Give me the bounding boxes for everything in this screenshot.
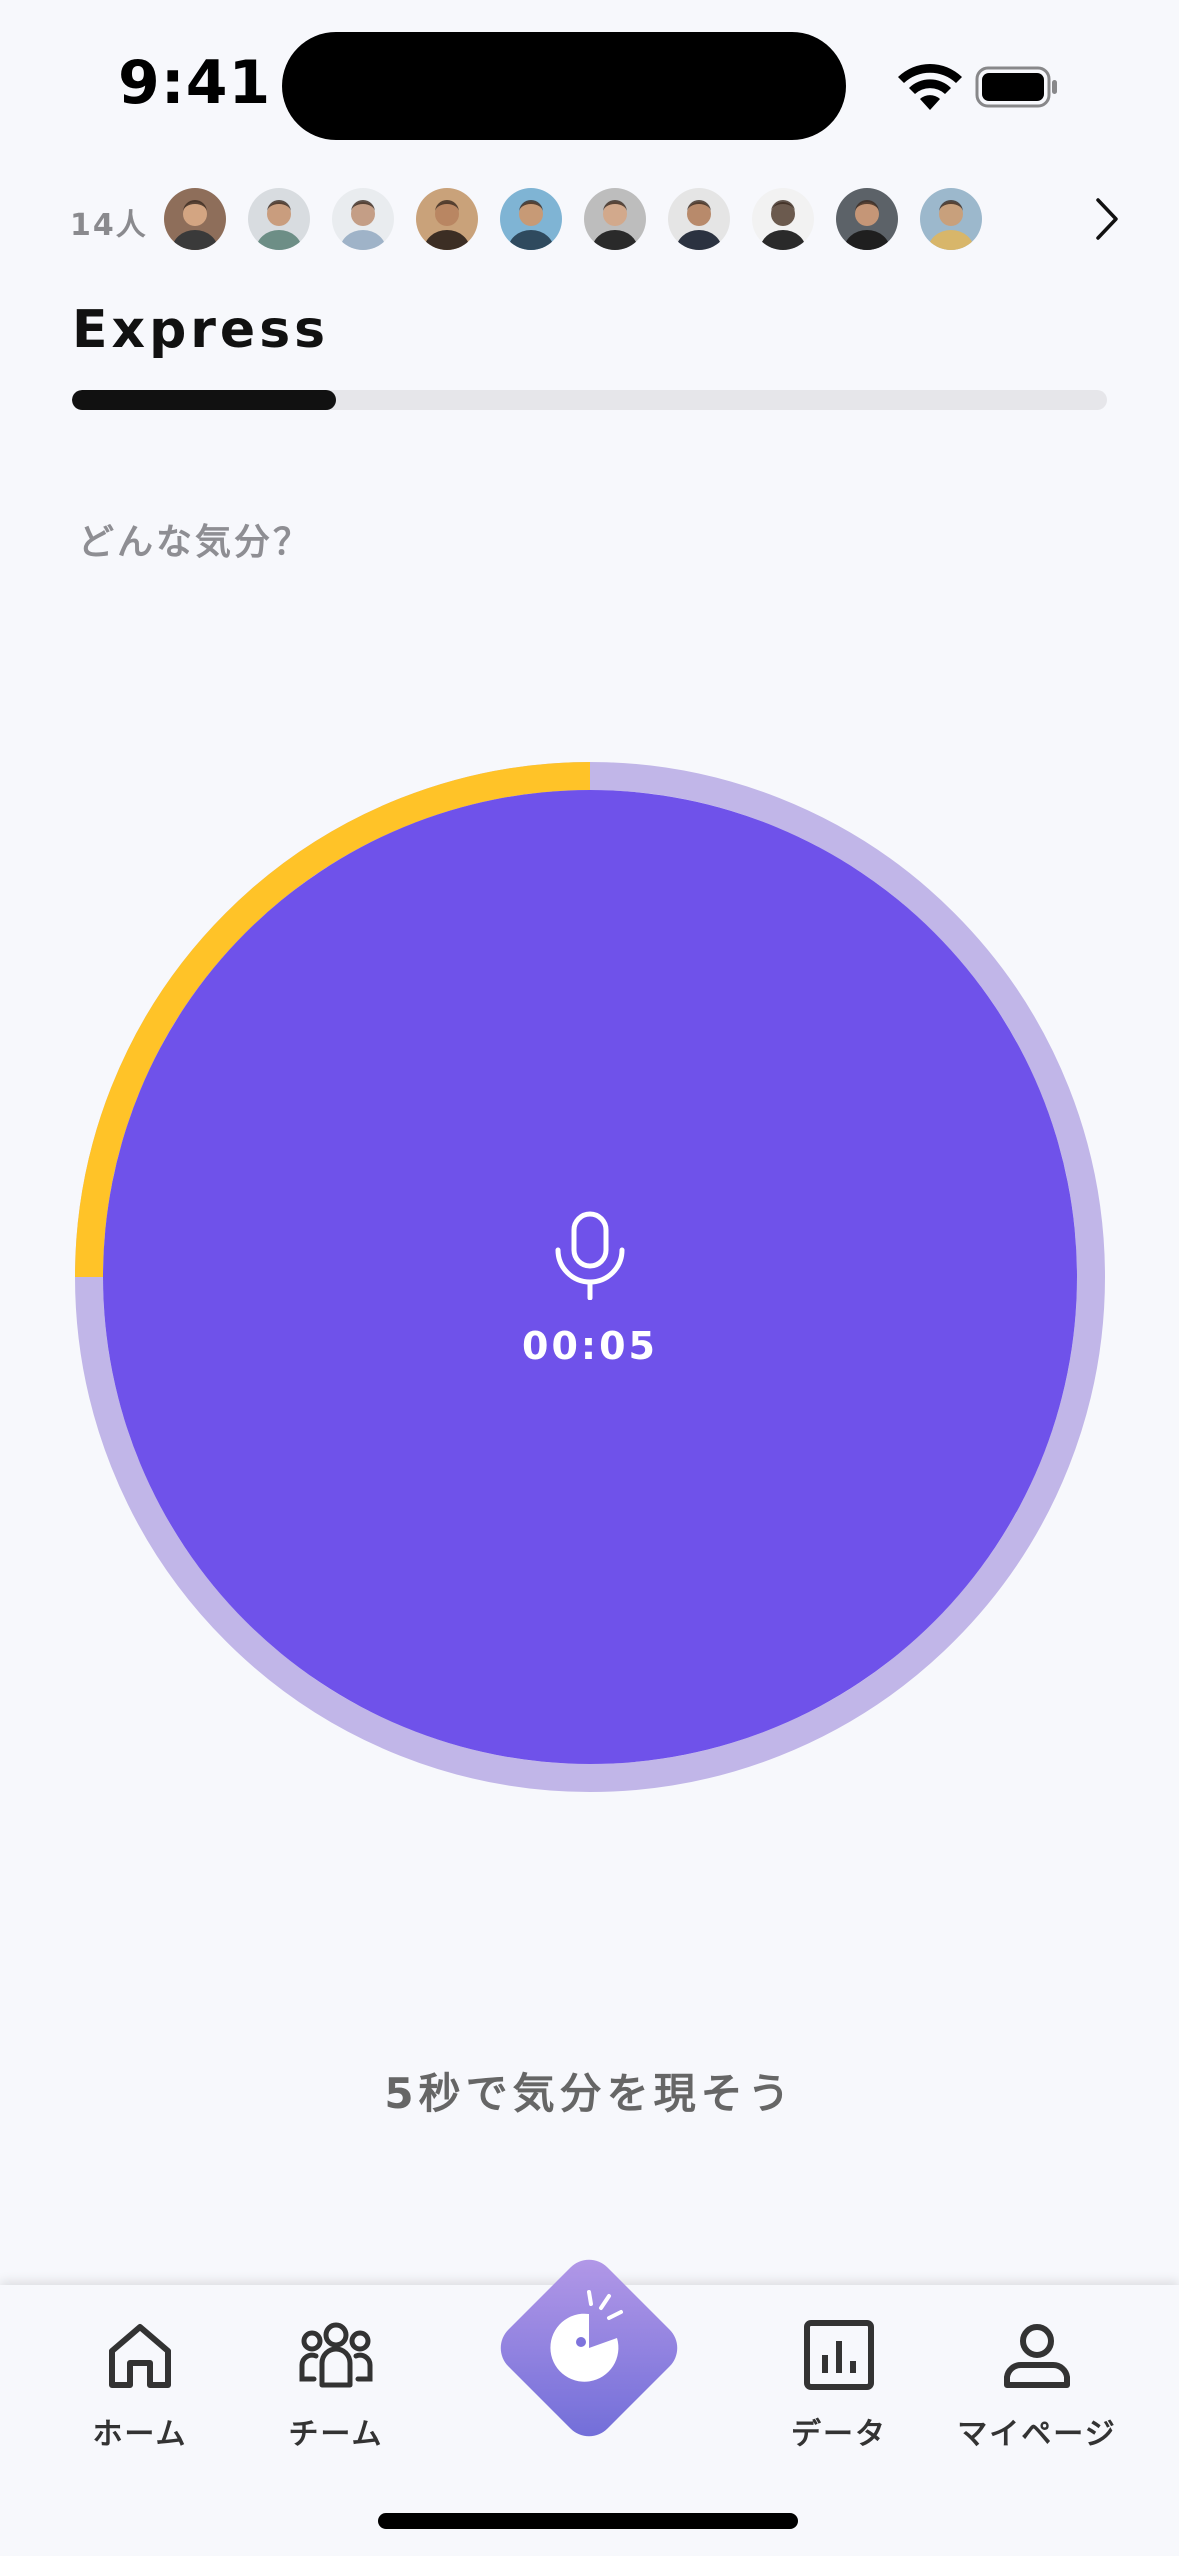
profile-icon bbox=[1004, 2324, 1070, 2388]
avatar[interactable] bbox=[416, 188, 478, 250]
avatar[interactable] bbox=[836, 188, 898, 250]
tab-home[interactable]: ホーム bbox=[40, 2315, 240, 2475]
avatar[interactable] bbox=[248, 188, 310, 250]
avatar[interactable] bbox=[920, 188, 982, 250]
tab-team[interactable]: チーム bbox=[236, 2315, 436, 2475]
avatar-photo bbox=[584, 188, 646, 250]
chart-icon bbox=[804, 2320, 874, 2390]
avatar-photo bbox=[668, 188, 730, 250]
avatar-photo bbox=[164, 188, 226, 250]
avatar[interactable] bbox=[752, 188, 814, 250]
avatar-photo bbox=[416, 188, 478, 250]
tab-mypage-label: マイページ bbox=[957, 2417, 1117, 2452]
avatar-photo bbox=[248, 188, 310, 250]
step-progress-fill bbox=[72, 390, 336, 410]
dynamic-island bbox=[282, 32, 846, 140]
home-icon bbox=[109, 2324, 171, 2388]
avatar[interactable] bbox=[584, 188, 646, 250]
tab-team-label: チーム bbox=[288, 2417, 384, 2452]
avatar[interactable] bbox=[500, 188, 562, 250]
home-indicator[interactable] bbox=[378, 2513, 798, 2529]
instruction-text: 5秒で気分を現そう bbox=[384, 2069, 795, 2118]
chevron-right-icon[interactable] bbox=[1092, 196, 1122, 242]
avatar[interactable] bbox=[668, 188, 730, 250]
tab-data[interactable]: データ bbox=[739, 2315, 939, 2475]
page-title: Express bbox=[72, 300, 330, 360]
tab-data-label: データ bbox=[791, 2417, 887, 2452]
wifi-icon bbox=[898, 64, 962, 110]
member-count: 14人 bbox=[70, 208, 148, 243]
express-screen: 9:41 14人 Express どんな気分？ 00:05 5秒で気分を現そう … bbox=[0, 0, 1179, 2556]
avatar-photo bbox=[920, 188, 982, 250]
avatar-photo bbox=[752, 188, 814, 250]
mood-prompt: どんな気分？ bbox=[78, 522, 313, 563]
battery-icon bbox=[975, 66, 1057, 108]
avatar-photo bbox=[500, 188, 562, 250]
avatar-photo bbox=[332, 188, 394, 250]
avatar[interactable] bbox=[164, 188, 226, 250]
avatar-photo bbox=[836, 188, 898, 250]
record-button[interactable]: 00:05 bbox=[75, 762, 1105, 1792]
team-icon bbox=[299, 2322, 373, 2388]
status-time: 9:41 bbox=[118, 48, 272, 118]
express-center-button[interactable] bbox=[489, 2248, 689, 2448]
record-ring bbox=[75, 762, 1105, 1792]
tab-mypage[interactable]: マイページ bbox=[937, 2315, 1137, 2475]
step-progress-bar bbox=[72, 390, 1107, 410]
record-circle-fill bbox=[103, 790, 1077, 1764]
avatar[interactable] bbox=[332, 188, 394, 250]
tab-home-label: ホーム bbox=[92, 2417, 188, 2452]
